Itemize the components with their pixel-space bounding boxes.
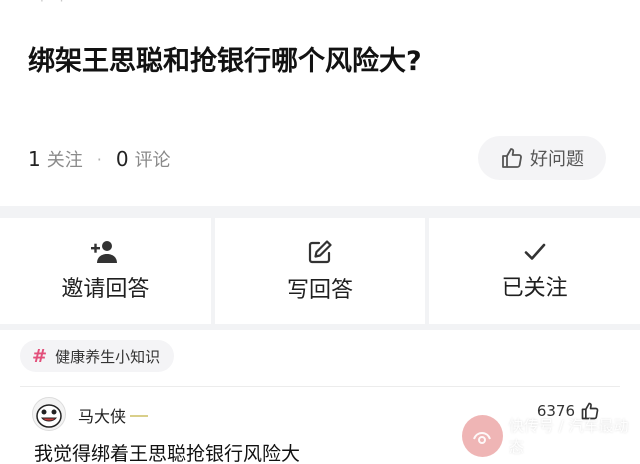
invite-answer-label: 邀请回答 bbox=[61, 277, 150, 302]
question-stats: 1 关注 · 0 评论 bbox=[28, 144, 171, 174]
edit-icon bbox=[308, 240, 332, 264]
followed-button[interactable]: 已关注 bbox=[429, 218, 640, 324]
add-person-icon bbox=[91, 241, 118, 263]
write-answer-label: 写回答 bbox=[287, 278, 354, 303]
watermark: 快传号 / 汽车最动态 bbox=[462, 408, 640, 464]
followed-label: 已关注 bbox=[501, 276, 568, 301]
stats-separator: · bbox=[96, 149, 102, 169]
invite-answer-button[interactable]: 邀请回答 bbox=[0, 218, 211, 324]
watermark-logo-icon bbox=[462, 415, 503, 457]
hash-icon: # bbox=[32, 345, 48, 367]
good-question-button[interactable]: 好问题 bbox=[478, 136, 606, 180]
avatar[interactable] bbox=[32, 397, 66, 431]
top-partial-text: · · bbox=[40, 0, 70, 8]
topic-tag[interactable]: # 健康养生小知识 bbox=[20, 340, 175, 372]
write-answer-button[interactable]: 写回答 bbox=[214, 218, 426, 324]
check-icon bbox=[524, 243, 545, 260]
thumbs-up-icon bbox=[502, 148, 522, 168]
author-badge-mark bbox=[130, 411, 148, 417]
follow-label[interactable]: 关注 bbox=[47, 146, 83, 172]
comment-count: 0 bbox=[115, 147, 129, 171]
answer-text[interactable]: 我觉得绑着王思聪抢银行风险大 bbox=[34, 439, 300, 464]
follow-count: 1 bbox=[28, 147, 41, 171]
question-title: 绑架王思聪和抢银行哪个风险大? bbox=[28, 46, 422, 77]
watermark-text: 快传号 / 汽车最动态 bbox=[508, 417, 629, 456]
avatar-face-icon bbox=[36, 404, 62, 428]
action-bar: 邀请回答 写回答 已关注 bbox=[0, 218, 640, 324]
author-name[interactable]: 马大侠 bbox=[78, 403, 126, 427]
topic-tag-label: 健康养生小知识 bbox=[55, 347, 161, 366]
good-question-label: 好问题 bbox=[530, 149, 584, 170]
question-card: · · 绑架王思聪和抢银行哪个风险大? 1 关注 · 0 评论 好问题 bbox=[0, 0, 640, 206]
comment-label[interactable]: 评论 bbox=[135, 146, 171, 172]
